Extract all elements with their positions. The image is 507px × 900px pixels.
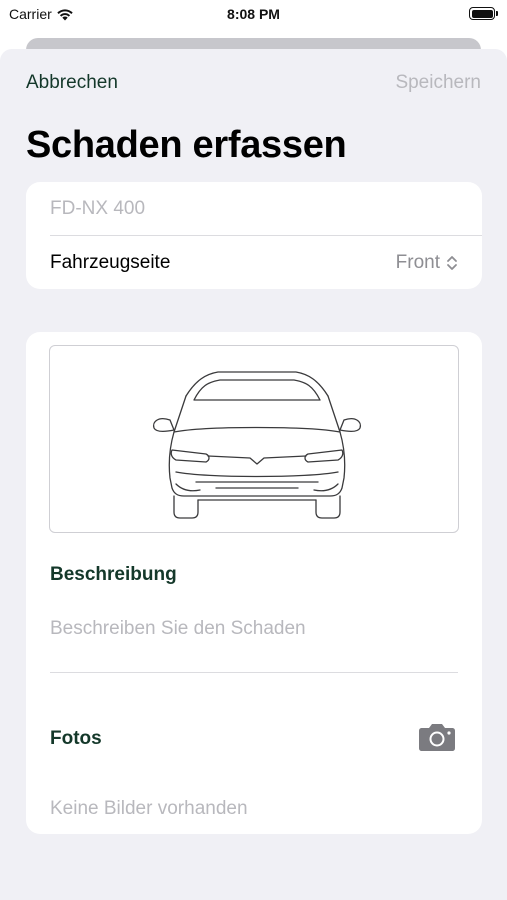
car-front-icon (152, 371, 362, 519)
vehicle-side-label: Fahrzeugseite (50, 252, 171, 273)
no-photos-text: Keine Bilder vorhanden (50, 798, 248, 819)
description-input[interactable]: Beschreiben Sie den Schaden (50, 618, 306, 640)
camera-button[interactable] (418, 722, 456, 757)
vehicle-side-picker[interactable]: Front (396, 252, 458, 274)
battery-icon (469, 7, 498, 20)
license-plate-field[interactable]: FD-NX 400 (50, 198, 145, 220)
damage-card: Beschreibung Beschreiben Sie den Schaden… (26, 332, 482, 834)
status-bar: Carrier 8:08 PM (0, 0, 507, 30)
divider (50, 235, 482, 236)
save-button[interactable]: Speichern (395, 72, 481, 94)
divider (50, 672, 458, 673)
photos-label: Fotos (50, 728, 102, 749)
vehicle-diagram[interactable] (49, 345, 459, 533)
vehicle-card: FD-NX 400 Fahrzeugseite Front (26, 182, 482, 289)
description-label: Beschreibung (50, 564, 177, 585)
status-time: 8:08 PM (227, 6, 280, 22)
chevron-up-down-icon (447, 256, 457, 270)
page-title: Schaden erfassen (26, 124, 347, 166)
vehicle-side-value: Front (395, 252, 440, 273)
camera-icon (419, 724, 455, 751)
cancel-button[interactable]: Abbrechen (26, 72, 118, 94)
